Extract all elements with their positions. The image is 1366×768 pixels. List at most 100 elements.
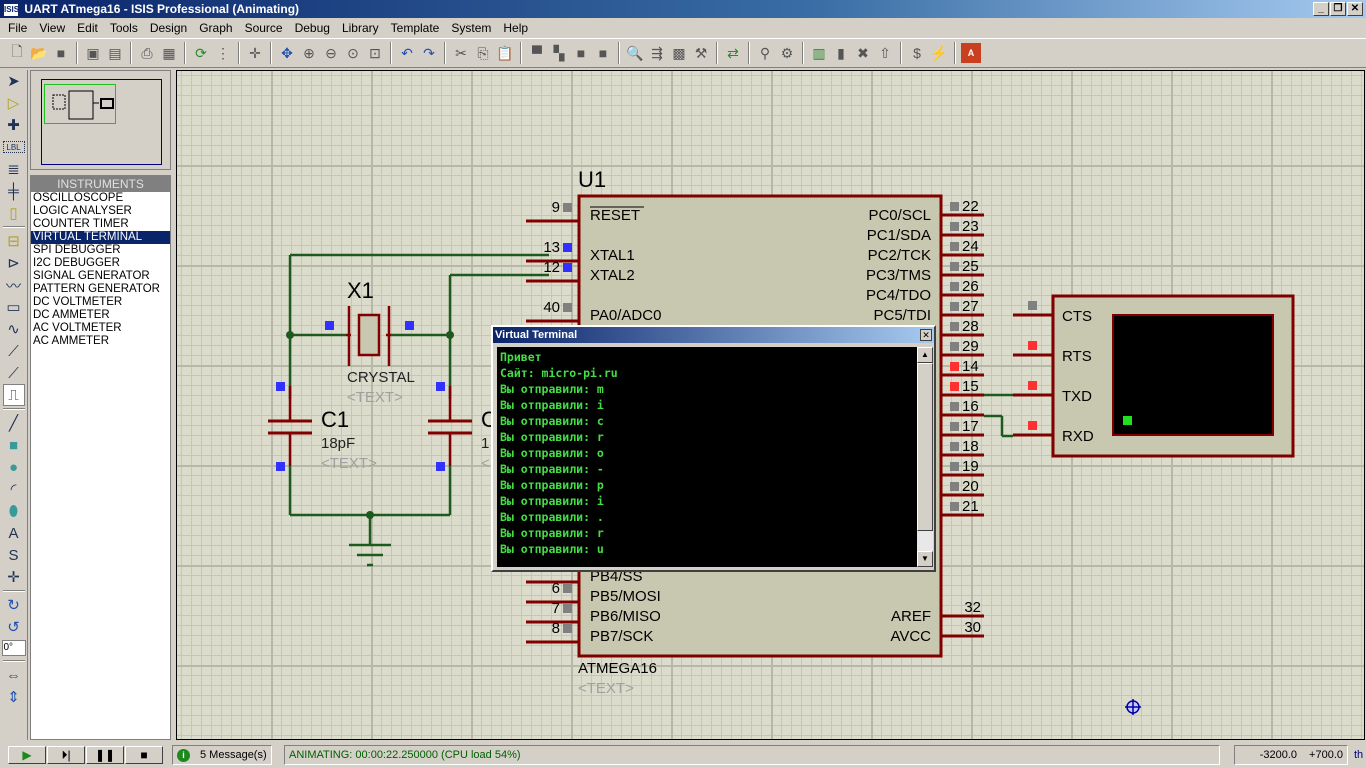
grid-toggle-icon[interactable]: ⋮ bbox=[213, 43, 233, 63]
print-icon[interactable]: ⎙ bbox=[137, 43, 157, 63]
arc-tool-icon[interactable]: ◜ bbox=[3, 478, 25, 500]
menu-tools[interactable]: Tools bbox=[104, 21, 144, 35]
open-folder-icon[interactable]: 📂 bbox=[29, 43, 49, 63]
copy-icon[interactable]: ⎘ bbox=[473, 43, 493, 63]
terminals-icon[interactable]: ⊟ bbox=[3, 230, 25, 252]
menu-debug[interactable]: Debug bbox=[289, 21, 336, 35]
remove-sheet-icon[interactable]: ▮ bbox=[831, 43, 851, 63]
close-button[interactable]: ✕ bbox=[1347, 2, 1363, 16]
block-delete-icon[interactable]: ■ bbox=[593, 43, 613, 63]
buses-icon[interactable]: ╪ bbox=[3, 180, 25, 202]
stop-button[interactable]: ■ bbox=[125, 746, 163, 764]
selection-mode-icon[interactable]: ➤ bbox=[3, 70, 25, 92]
instrument-item[interactable]: SIGNAL GENERATOR bbox=[31, 270, 170, 283]
menu-source[interactable]: Source bbox=[239, 21, 289, 35]
electrical-rules-icon[interactable]: ⚡ bbox=[929, 43, 949, 63]
current-probe-icon[interactable]: ⟋ bbox=[3, 362, 25, 384]
rotate-clockwise-icon[interactable]: ↻ bbox=[3, 594, 25, 616]
mirror-y-icon[interactable]: ⇕ bbox=[3, 686, 25, 708]
crystal-body[interactable] bbox=[357, 313, 381, 357]
circle-tool-icon[interactable]: ● bbox=[3, 456, 25, 478]
wire-label-icon[interactable]: LBL bbox=[2, 141, 25, 153]
zoom-all-icon[interactable]: ⊙ bbox=[343, 43, 363, 63]
component-mode-icon[interactable]: ▷ bbox=[3, 92, 25, 114]
instrument-item[interactable]: LOGIC ANALYSER bbox=[31, 205, 170, 218]
pick-device-icon[interactable]: 🔍 bbox=[625, 43, 645, 63]
export-icon[interactable]: ▤ bbox=[105, 43, 125, 63]
minimize-button[interactable]: _ bbox=[1313, 2, 1329, 16]
paste-icon[interactable]: 📋 bbox=[495, 43, 515, 63]
ares-netlist-icon[interactable]: A bbox=[961, 43, 981, 63]
messages-box[interactable]: i 5 Message(s) bbox=[172, 745, 272, 765]
scroll-down-button[interactable]: ▼ bbox=[917, 551, 933, 567]
units-label[interactable]: th bbox=[1354, 749, 1363, 761]
menu-template[interactable]: Template bbox=[385, 21, 446, 35]
instrument-item[interactable]: SPI DEBUGGER bbox=[31, 244, 170, 257]
menu-design[interactable]: Design bbox=[144, 21, 193, 35]
search-tag-icon[interactable]: ⚲ bbox=[755, 43, 775, 63]
menu-graph[interactable]: Graph bbox=[193, 21, 238, 35]
path-tool-icon[interactable]: ⬮ bbox=[3, 500, 25, 522]
zoom-out-icon[interactable]: ⊖ bbox=[321, 43, 341, 63]
marker-tool-icon[interactable]: ✛ bbox=[3, 566, 25, 588]
symbol-tool-icon[interactable]: S bbox=[3, 544, 25, 566]
scroll-thumb[interactable] bbox=[917, 363, 933, 531]
block-copy-icon[interactable]: ▀ bbox=[527, 43, 547, 63]
instrument-item[interactable]: OSCILLOSCOPE bbox=[31, 192, 170, 205]
zoom-in-icon[interactable]: ⊕ bbox=[299, 43, 319, 63]
menu-file[interactable]: File bbox=[2, 21, 33, 35]
bill-of-materials-icon[interactable]: $ bbox=[907, 43, 927, 63]
overview-window[interactable] bbox=[30, 70, 171, 170]
instrument-item[interactable]: AC VOLTMETER bbox=[31, 322, 170, 335]
refresh-icon[interactable]: ⟳ bbox=[191, 43, 211, 63]
undo-icon[interactable]: ↶ bbox=[397, 43, 417, 63]
block-rotate-icon[interactable]: ■ bbox=[571, 43, 591, 63]
generator-icon[interactable]: ∿ bbox=[3, 318, 25, 340]
mirror-x-icon[interactable]: ⇔ bbox=[3, 664, 25, 686]
menu-edit[interactable]: Edit bbox=[71, 21, 104, 35]
exit-to-parent-icon[interactable]: ✖ bbox=[853, 43, 873, 63]
tape-recorder-icon[interactable]: ▭ bbox=[3, 296, 25, 318]
import-icon[interactable]: ▣ bbox=[83, 43, 103, 63]
block-move-icon[interactable]: ▚ bbox=[549, 43, 569, 63]
pan-icon[interactable]: ✥ bbox=[277, 43, 297, 63]
packaging-icon[interactable]: ▩ bbox=[669, 43, 689, 63]
text-script-icon[interactable]: ≣ bbox=[3, 158, 25, 180]
decompose-icon[interactable]: ⚒ bbox=[691, 43, 711, 63]
scroll-up-button[interactable]: ▲ bbox=[917, 347, 933, 363]
menu-help[interactable]: Help bbox=[497, 21, 534, 35]
instrument-item[interactable]: AC AMMETER bbox=[31, 335, 170, 348]
instrument-item[interactable]: VIRTUAL TERMINAL bbox=[31, 231, 170, 244]
instrument-item[interactable]: I2C DEBUGGER bbox=[31, 257, 170, 270]
virtual-terminal-window[interactable]: Virtual Terminal ✕ Привет Сайт: micro-pi.… bbox=[491, 325, 936, 572]
instrument-item[interactable]: DC VOLTMETER bbox=[31, 296, 170, 309]
instrument-item[interactable]: DC AMMETER bbox=[31, 309, 170, 322]
terminal-output[interactable]: Привет Сайт: micro-pi.ru Вы отправили: m Вы… bbox=[497, 347, 917, 567]
save-icon[interactable]: ■ bbox=[51, 43, 71, 63]
new-sheet-icon[interactable]: ▥ bbox=[809, 43, 829, 63]
instrument-item[interactable]: PATTERN GENERATOR bbox=[31, 283, 170, 296]
device-pins-icon[interactable]: ⊳ bbox=[3, 252, 25, 274]
virtual-terminal-title[interactable]: Virtual Terminal bbox=[493, 327, 934, 343]
restore-button[interactable]: ❐ bbox=[1330, 2, 1346, 16]
zoom-area-icon[interactable]: ⊡ bbox=[365, 43, 385, 63]
text-tool-icon[interactable]: A bbox=[3, 522, 25, 544]
new-file-icon[interactable]: 🗋 bbox=[7, 43, 27, 63]
play-button[interactable]: ▶ bbox=[8, 746, 46, 764]
overview-visible-area[interactable] bbox=[44, 84, 116, 124]
print-area-icon[interactable]: ▦ bbox=[159, 43, 179, 63]
virtual-terminal-close-button[interactable]: ✕ bbox=[920, 329, 932, 341]
junction-dot-icon[interactable]: ✚ bbox=[3, 114, 25, 136]
rotation-angle-field[interactable]: 0° bbox=[1, 640, 26, 656]
step-button[interactable]: ⏵| bbox=[47, 746, 85, 764]
menu-library[interactable]: Library bbox=[336, 21, 385, 35]
box-tool-icon[interactable]: ■ bbox=[3, 434, 25, 456]
goto-sheet-icon[interactable]: ⇧ bbox=[875, 43, 895, 63]
cut-icon[interactable]: ✂ bbox=[451, 43, 471, 63]
make-device-icon[interactable]: ⇶ bbox=[647, 43, 667, 63]
instrument-item[interactable]: COUNTER TIMER bbox=[31, 218, 170, 231]
graph-mode-icon[interactable]: 〰 bbox=[3, 274, 25, 296]
rotate-anticlockwise-icon[interactable]: ↺ bbox=[3, 616, 25, 638]
line-tool-icon[interactable]: ╱ bbox=[3, 412, 25, 434]
virtual-instruments-icon[interactable]: ⎍ bbox=[2, 384, 25, 406]
